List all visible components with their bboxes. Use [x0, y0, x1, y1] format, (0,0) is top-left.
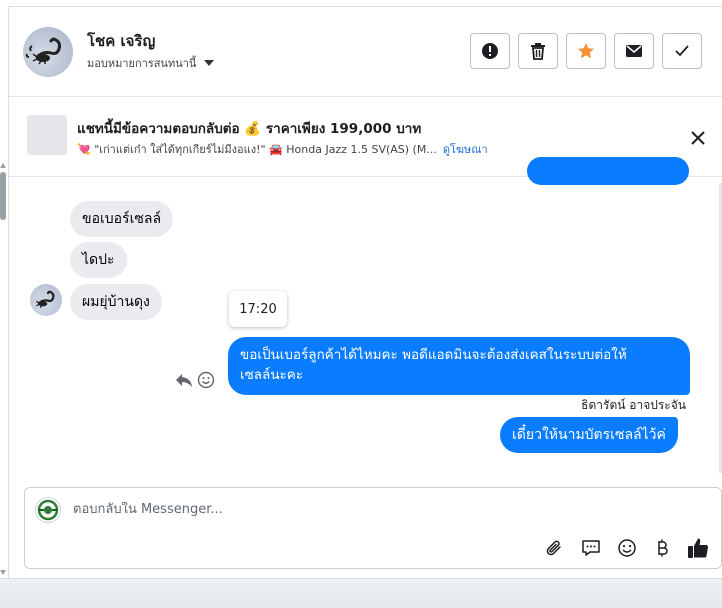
reply-icon[interactable] [175, 372, 193, 388]
star-button[interactable] [566, 33, 606, 69]
trash-icon [531, 43, 545, 60]
mark-done-button[interactable] [662, 33, 702, 69]
ad-subtitle: 💘 "เก่าแต่เก๋า ใส่ได้ทุกเกียร์ไม่มีงอแง!… [77, 143, 437, 156]
like-button[interactable] [686, 536, 710, 560]
contact-avatar-small[interactable] [30, 284, 62, 316]
incoming-message[interactable]: ขอเบอร์เซลล์ [70, 201, 174, 237]
message-composer [24, 487, 722, 569]
scorpion-icon [36, 290, 55, 309]
previous-outgoing-bubble [527, 157, 689, 185]
paperclip-icon [546, 540, 561, 556]
star-icon [578, 43, 594, 59]
contact-avatar[interactable] [23, 27, 73, 77]
ad-subtitle-row: 💘 "เก่าแต่เก๋า ใส่ได้ทุกเกียร์ไม่มีงอแง!… [77, 140, 488, 158]
bottom-bar [0, 578, 722, 608]
view-ad-link[interactable]: ดูโฆษณา [443, 143, 488, 156]
timestamp-tooltip: 17:20 [229, 291, 287, 327]
close-icon[interactable] [689, 129, 707, 147]
chat-bubble-icon [582, 540, 600, 556]
emoji-icon [618, 539, 636, 557]
emoji-button[interactable] [615, 536, 639, 560]
incoming-message[interactable]: ไดปะ [70, 242, 127, 278]
incoming-message[interactable]: ผมยุ่บ้านดุง [70, 284, 162, 320]
page-scrollbar-thumb[interactable] [0, 172, 6, 220]
conversation-header: โชค เจริญ มอบหมายการสนทนานี้ [9, 7, 722, 97]
ad-title: แชทนี้มีข้อความตอบกลับต่อ 💰 ราคาเพียง 19… [77, 121, 422, 137]
thumbs-up-icon [688, 538, 709, 558]
scorpion-icon [25, 37, 62, 65]
payment-button[interactable] [650, 536, 674, 560]
message-actions [175, 371, 215, 389]
saved-replies-button[interactable] [579, 536, 603, 560]
scroll-up-arrow[interactable] [0, 163, 6, 168]
reply-input[interactable] [73, 502, 673, 517]
inbox-conversation-panel: โชค เจริญ มอบหมายการสนทนานี้ แชทนี้มีข้อ… [8, 6, 722, 578]
ad-thumbnail[interactable] [27, 115, 67, 155]
outgoing-message[interactable]: ขอเป็นเบอร์ลูกค้าได้ไหมคะ พอดีแอดมินจะต้… [228, 337, 690, 395]
outgoing-message-line: ขอเป็นเบอร์ลูกค้าได้ไหมคะ พอดีแอดมินจะต้… [240, 347, 627, 363]
scroll-down-arrow[interactable] [0, 570, 6, 575]
envelope-icon [626, 45, 642, 57]
checkmark-icon [675, 45, 689, 57]
outgoing-message-line: เซลล์นะคะ [240, 367, 304, 383]
attach-button[interactable] [543, 536, 567, 560]
outgoing-message[interactable]: เดี๋ยวให้นามบัตรเซลล์ไว้ค่ [500, 417, 678, 453]
alert-icon [482, 43, 498, 59]
page-avatar [35, 497, 61, 523]
assign-label: มอบหมายการสนทนานี้ [87, 57, 197, 70]
report-button[interactable] [470, 33, 510, 69]
delete-button[interactable] [518, 33, 558, 69]
baht-icon [658, 539, 668, 557]
page-logo-icon [37, 499, 59, 521]
caret-down-icon [204, 60, 215, 66]
sender-name: ธิดารัตน์ อาจประจัน [581, 398, 686, 412]
react-emoji-icon[interactable] [197, 371, 215, 389]
assign-conversation-dropdown[interactable]: มอบหมายการสนทนานี้ [87, 54, 215, 72]
mark-unread-button[interactable] [614, 33, 654, 69]
contact-name[interactable]: โชค เจริญ [87, 29, 155, 53]
